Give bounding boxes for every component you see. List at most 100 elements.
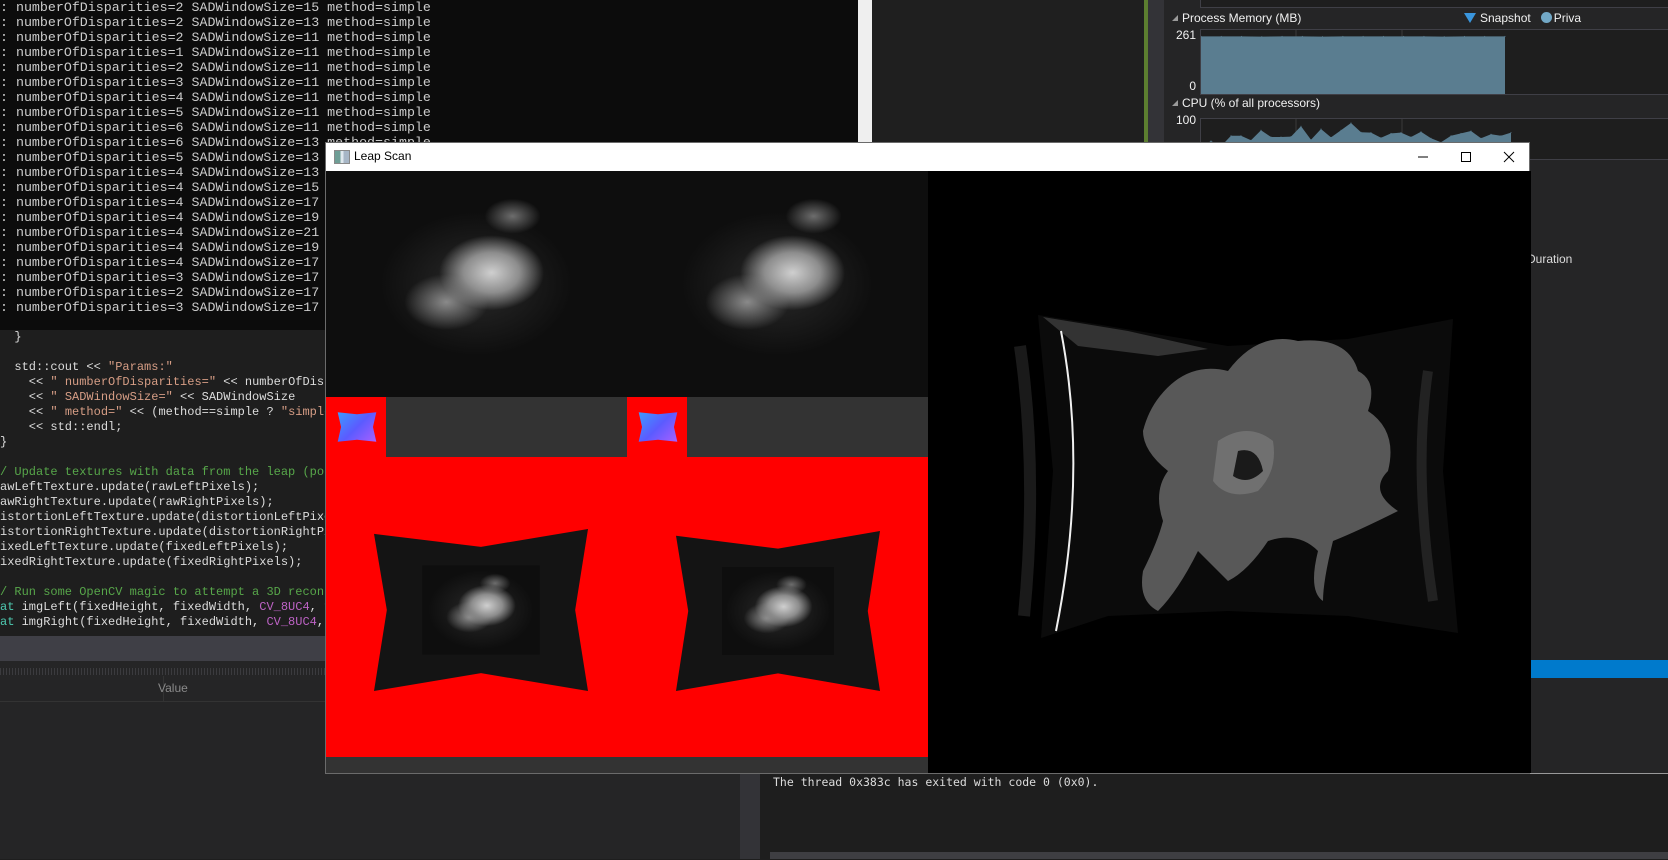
- data-point: [1510, 132, 1512, 134]
- output-scrollbar[interactable]: [770, 852, 1668, 859]
- console-line: : numberOfDisparities=4 SADWindowSize=11…: [0, 90, 431, 105]
- watch-header: Value: [0, 676, 330, 702]
- data-point: [1420, 131, 1422, 133]
- raw-left-image: [326, 171, 627, 397]
- data-point: [1484, 35, 1486, 37]
- bottom-strip: [326, 757, 928, 773]
- code-token: <<: [0, 375, 51, 389]
- memory-chart[interactable]: [1200, 29, 1668, 95]
- collapse-icon[interactable]: [1172, 15, 1178, 21]
- data-point: [1443, 36, 1445, 38]
- fixed-left-image: [374, 529, 588, 691]
- code-line[interactable]: << " method=" << (method==simple ? "simp…: [0, 405, 353, 420]
- memory-ymin-label: 0: [1189, 79, 1196, 93]
- code-token: <<: [0, 390, 51, 404]
- code-line[interactable]: istortionLeftTexture.update(distortionLe…: [0, 510, 360, 525]
- data-point: [1300, 125, 1302, 127]
- data-point: [1280, 136, 1282, 138]
- code-line[interactable]: << " SADWindowSize=" << SADWindowSize: [0, 390, 295, 405]
- data-point: [1380, 137, 1382, 139]
- code-line[interactable]: std::cout << "Params:": [0, 360, 173, 375]
- data-point: [1350, 122, 1352, 124]
- disparity-map: [928, 171, 1531, 773]
- data-point: [1390, 132, 1392, 134]
- data-point: [1342, 35, 1344, 37]
- code-token: CV_8UC4: [266, 615, 317, 629]
- code-line[interactable]: << std::endl;: [0, 420, 123, 435]
- code-line[interactable]: awLeftTexture.update(rawLeftPixels);: [0, 480, 259, 495]
- data-point: [1320, 128, 1322, 130]
- code-token: CV_8UC4: [259, 600, 310, 614]
- maximize-icon: [1461, 152, 1471, 162]
- title-bar[interactable]: Leap Scan: [326, 143, 1529, 171]
- memory-legend: Snapshot Priva: [1464, 11, 1581, 25]
- data-point: [1270, 136, 1272, 138]
- data-point: [1261, 36, 1263, 38]
- data-point: [1250, 139, 1252, 141]
- code-token: <<: [0, 405, 51, 419]
- collapse-icon[interactable]: [1172, 100, 1178, 106]
- close-icon: [1503, 151, 1515, 163]
- editor-background: [872, 0, 1144, 148]
- distortion-left-empty: [386, 397, 627, 457]
- code-token: ixedRightTexture.update(fixedRightPixels…: [0, 555, 303, 569]
- console-line: : numberOfDisparities=2 SADWindowSize=11…: [0, 30, 431, 45]
- code-line[interactable]: at imgLeft(fixedHeight, fixedWidth, CV_8…: [0, 600, 360, 615]
- distortion-right-map: [627, 397, 687, 457]
- memory-section-title[interactable]: Process Memory (MB): [1172, 11, 1301, 25]
- code-token: "Params:": [108, 360, 173, 374]
- code-line[interactable]: awRightTexture.update(rawRightPixels);: [0, 495, 274, 510]
- data-point: [1310, 139, 1312, 141]
- data-point: [1480, 137, 1482, 139]
- app-icon: [334, 150, 350, 164]
- area-series: [1201, 36, 1505, 94]
- console-scrollbar[interactable]: [858, 0, 872, 148]
- fixed-right-image: [676, 531, 880, 691]
- code-token: }: [0, 435, 8, 449]
- code-editor[interactable]: } std::cout << "Params:" << " numberOfDi…: [0, 330, 389, 636]
- duration-column-header[interactable]: Duration: [1527, 252, 1572, 266]
- code-token: ixedLeftTexture.update(fixedLeftPixels);: [0, 540, 289, 554]
- cpu-section-title[interactable]: CPU (% of all processors): [1172, 96, 1320, 110]
- console-line: : numberOfDisparities=1 SADWindowSize=11…: [0, 45, 431, 60]
- console-line: : numberOfDisparities=2 SADWindowSize=13…: [0, 15, 431, 30]
- private-bytes-icon: [1540, 12, 1552, 23]
- selected-row[interactable]: [1530, 660, 1668, 678]
- panel-grip[interactable]: [0, 668, 330, 675]
- data-point: [1330, 136, 1332, 138]
- distortion-left-thumbnail: [337, 412, 377, 442]
- code-line[interactable]: at imgRight(fixedHeight, fixedWidth, CV_…: [0, 615, 367, 630]
- console-line: : numberOfDisparities=6 SADWindowSize=11…: [0, 120, 431, 135]
- close-button[interactable]: [1487, 143, 1531, 171]
- console-line: : numberOfDisparities=2 SADWindowSize=15…: [0, 0, 431, 15]
- code-line[interactable]: }: [0, 435, 7, 450]
- value-column-header[interactable]: Value: [158, 681, 188, 695]
- console-line: : numberOfDisparities=3 SADWindowSize=11…: [0, 75, 431, 90]
- data-point: [1290, 136, 1292, 138]
- code-line[interactable]: }: [0, 330, 21, 345]
- code-token: " numberOfDisparities=": [50, 375, 217, 389]
- data-point: [1301, 35, 1303, 37]
- data-point: [1450, 135, 1452, 137]
- code-line[interactable]: istortionRightTexture.update(distortionR…: [0, 525, 374, 540]
- memory-ymax-label: 261: [1175, 28, 1196, 42]
- data-point: [1322, 36, 1324, 38]
- leap-client-area: [326, 171, 1531, 773]
- code-line[interactable]: ixedRightTexture.update(fixedRightPixels…: [0, 555, 302, 570]
- data-point: [1260, 129, 1262, 131]
- code-token: istortionRightTexture.update(distortionR…: [0, 525, 375, 539]
- output-line: The thread 0x383c has exited with code 0…: [773, 775, 1099, 789]
- window-title: Leap Scan: [354, 149, 412, 163]
- code-token: istortionLeftTexture.update(distortionLe…: [0, 510, 361, 524]
- diagnostics-gutter: [1148, 0, 1164, 148]
- data-point: [1362, 35, 1364, 37]
- code-line[interactable]: ixedLeftTexture.update(fixedLeftPixels);: [0, 540, 288, 555]
- data-point: [1340, 129, 1342, 131]
- console-line: : numberOfDisparities=2 SADWindowSize=11…: [0, 60, 431, 75]
- minimize-button[interactable]: [1401, 143, 1445, 171]
- disparity-map-render: [1014, 315, 1458, 638]
- maximize-button[interactable]: [1444, 143, 1488, 171]
- data-point: [1281, 35, 1283, 37]
- data-point: [1430, 137, 1432, 139]
- data-point: [1460, 132, 1462, 134]
